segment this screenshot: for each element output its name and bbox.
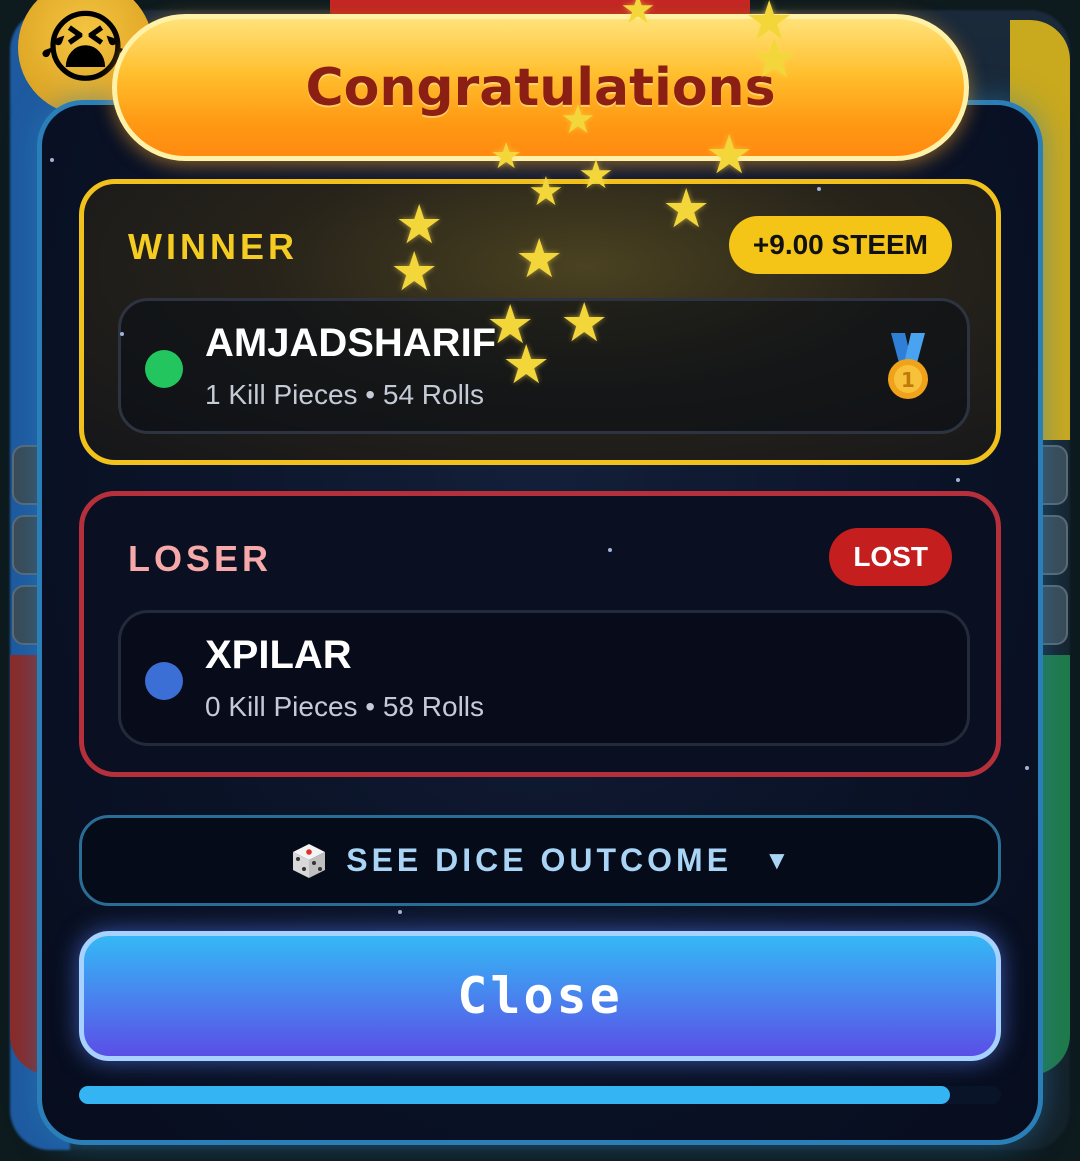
- star-icon: ★: [560, 293, 609, 353]
- modal-title: Congratulations: [305, 57, 776, 118]
- star-icon: ★: [490, 135, 523, 176]
- sparkle: [956, 478, 960, 482]
- star-icon: ★: [560, 98, 596, 142]
- player-color-dot: [145, 662, 183, 700]
- winner-name: AMJADSHARIF: [205, 321, 497, 365]
- reward-badge: +9.00 STEEM: [728, 216, 952, 274]
- sparkle: [1025, 766, 1029, 770]
- loser-stats: 0 Kill Pieces • 58 Rolls: [205, 691, 485, 722]
- congratulations-header: Congratulations: [112, 14, 969, 161]
- sparkle: [398, 910, 402, 914]
- see-dice-outcome-button[interactable]: SEE DICE OUTCOME ▼: [79, 815, 1001, 906]
- see-dice-outcome-label: SEE DICE OUTCOME: [346, 842, 733, 878]
- close-button[interactable]: Close: [79, 931, 1001, 1061]
- progress-fill: [79, 1086, 951, 1104]
- loser-card: LOSER LOST XPILAR 0 Kill Pieces • 58 Rol…: [79, 491, 1001, 777]
- auto-close-progress-bar: [79, 1086, 1001, 1104]
- winner-stats: 1 Kill Pieces • 54 Rolls: [205, 379, 485, 410]
- star-icon: ★: [390, 242, 439, 302]
- close-button-label: Close: [457, 967, 623, 1025]
- star-icon: ★: [620, 0, 656, 32]
- loser-name: XPILAR: [205, 633, 352, 677]
- star-icon: ★: [662, 179, 711, 239]
- player-color-dot: [145, 350, 183, 388]
- star-icon: ★: [515, 229, 564, 289]
- sparkle: [50, 158, 54, 162]
- loser-label: LOSER: [128, 538, 273, 579]
- dice-icon: [293, 843, 326, 878]
- star-icon: ★: [705, 125, 754, 185]
- winner-card: WINNER +9.00 STEEM AMJADSHARIF 1 Kill Pi…: [79, 179, 1001, 465]
- star-icon: ★: [528, 170, 564, 214]
- sparkle: [120, 332, 124, 336]
- star-icon: ★: [578, 153, 614, 197]
- loser-player-row: XPILAR 0 Kill Pieces • 58 Rolls: [118, 610, 970, 746]
- sparkle: [608, 548, 612, 552]
- sparkle: [817, 187, 821, 191]
- star-icon: ★: [502, 335, 551, 395]
- first-place-medal-icon: 1: [888, 333, 928, 399]
- star-icon: ★: [750, 29, 799, 89]
- svg-text:1: 1: [901, 368, 915, 392]
- winner-label: WINNER: [128, 226, 298, 267]
- lost-badge: LOST: [829, 528, 952, 586]
- chevron-down-icon: ▼: [764, 845, 790, 875]
